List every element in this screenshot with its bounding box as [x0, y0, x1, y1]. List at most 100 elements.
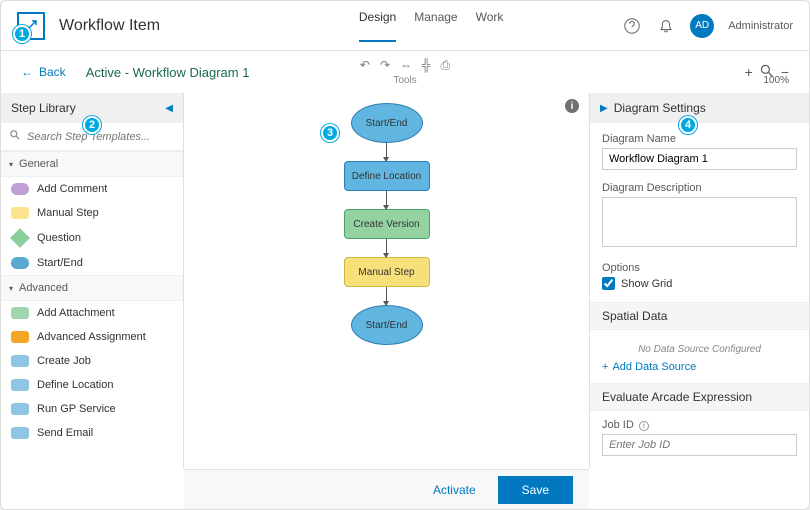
- group-advanced[interactable]: ▾ Advanced: [1, 275, 183, 301]
- undo-icon[interactable]: ↶: [360, 58, 370, 73]
- arrow-left-icon: ←: [21, 65, 33, 79]
- chevron-down-icon: ▾: [9, 284, 13, 293]
- rect-icon: [11, 379, 29, 391]
- rect-icon: [11, 307, 29, 319]
- diagram-settings-panel: ▶ Diagram Settings Diagram Name Diagram …: [589, 93, 809, 469]
- step-add-comment[interactable]: Add Comment: [1, 177, 183, 201]
- search-input[interactable]: [27, 131, 175, 143]
- step-label: Add Attachment: [37, 307, 115, 319]
- diagram-name-label: Diagram Name: [602, 133, 797, 145]
- step-label: Add Comment: [37, 183, 107, 195]
- step-library-panel: Step Library ◀ ▾ General Add Comment Man…: [1, 93, 184, 469]
- step-add-attachment[interactable]: Add Attachment: [1, 301, 183, 325]
- rect-icon: [11, 331, 29, 343]
- step-label: Start/End: [37, 257, 83, 269]
- user-name: Administrator: [728, 20, 793, 32]
- zoom-in-icon[interactable]: +: [745, 64, 753, 80]
- diagram-canvas[interactable]: i Start/End Define Location Create Versi…: [184, 93, 589, 469]
- spatial-data-header: Spatial Data: [590, 302, 809, 330]
- fit-icon[interactable]: ⇔: [400, 58, 412, 73]
- callout-4: 4: [679, 116, 697, 134]
- step-run-gp-service[interactable]: Run GP Service: [1, 397, 183, 421]
- tools-group: ↶ ↷ ⇔ ╬ ⎙ Tools: [360, 58, 450, 86]
- step-define-location[interactable]: Define Location: [1, 373, 183, 397]
- collapse-left-icon[interactable]: ◀: [165, 103, 173, 114]
- node-create-version[interactable]: Create Version: [344, 209, 430, 239]
- tab-design[interactable]: Design: [359, 10, 396, 42]
- arrow-icon: [386, 239, 387, 257]
- search-icon: [9, 129, 21, 144]
- user-avatar[interactable]: AD: [690, 14, 714, 38]
- step-list: ▾ General Add Comment Manual Step Questi…: [1, 151, 183, 469]
- rect-icon: [11, 207, 29, 219]
- ellipse-icon: [11, 183, 29, 195]
- step-label: Question: [37, 232, 81, 244]
- node-end[interactable]: Start/End: [351, 305, 423, 345]
- diagram-title: Active - Workflow Diagram 1: [86, 65, 250, 80]
- plus-icon: +: [602, 361, 608, 373]
- step-manual-step[interactable]: Manual Step: [1, 201, 183, 225]
- node-manual-step[interactable]: Manual Step: [344, 257, 430, 287]
- print-icon[interactable]: ⎙: [441, 58, 451, 73]
- notifications-icon[interactable]: [656, 16, 676, 36]
- secondary-toolbar: ← Back Active - Workflow Diagram 1 ↶ ↷ ⇔…: [1, 51, 809, 93]
- step-create-job[interactable]: Create Job: [1, 349, 183, 373]
- arrow-icon: [386, 287, 387, 305]
- diamond-icon: [10, 228, 30, 248]
- tab-manage[interactable]: Manage: [414, 10, 457, 42]
- rect-icon: [11, 403, 29, 415]
- show-grid-checkbox[interactable]: [602, 277, 615, 290]
- back-label: Back: [39, 65, 66, 79]
- layout-icon[interactable]: ╬: [422, 58, 431, 73]
- job-id-input[interactable]: [602, 434, 797, 456]
- header-right: AD Administrator: [622, 14, 793, 38]
- job-id-label: Job ID i: [602, 419, 797, 431]
- step-label: Advanced Assignment: [37, 331, 146, 343]
- step-advanced-assignment[interactable]: Advanced Assignment: [1, 325, 183, 349]
- collapse-right-icon[interactable]: ▶: [600, 103, 608, 114]
- info-small-icon[interactable]: i: [639, 421, 649, 431]
- step-question[interactable]: Question: [1, 225, 183, 251]
- node-define-location[interactable]: Define Location: [344, 161, 430, 191]
- chevron-down-icon: ▾: [9, 160, 13, 169]
- callout-2: 2: [83, 116, 101, 134]
- info-icon[interactable]: i: [565, 99, 579, 113]
- callout-1: 1: [13, 25, 31, 43]
- show-grid-label: Show Grid: [621, 278, 672, 290]
- step-label: Send Email: [37, 427, 93, 439]
- step-send-email[interactable]: Send Email: [1, 421, 183, 445]
- arrow-icon: [386, 143, 387, 161]
- arcade-header: Evaluate Arcade Expression: [590, 383, 809, 411]
- group-general-label: General: [19, 158, 58, 170]
- step-label: Define Location: [37, 379, 113, 391]
- show-grid-row[interactable]: Show Grid: [602, 277, 797, 290]
- tab-work[interactable]: Work: [476, 10, 504, 42]
- step-label: Manual Step: [37, 207, 99, 219]
- diagram-desc-input[interactable]: [602, 197, 797, 247]
- diagram-desc-label: Diagram Description: [602, 182, 797, 194]
- activate-button[interactable]: Activate: [421, 477, 488, 503]
- group-general[interactable]: ▾ General: [1, 151, 183, 177]
- step-start-end[interactable]: Start/End: [1, 251, 183, 275]
- redo-icon[interactable]: ↷: [380, 58, 390, 73]
- arrow-icon: [386, 191, 387, 209]
- help-icon[interactable]: [622, 16, 642, 36]
- step-label: Create Job: [37, 355, 91, 367]
- group-advanced-label: Advanced: [19, 282, 68, 294]
- job-id-text: Job ID: [602, 419, 634, 431]
- footer-bar: Activate Save: [184, 469, 589, 509]
- app-title: Workflow Item: [59, 17, 160, 35]
- app-header: Workflow Item Design Manage Work AD Admi…: [1, 1, 809, 51]
- no-data-source-text: No Data Source Configured: [602, 338, 797, 361]
- ellipse-icon: [11, 257, 29, 269]
- back-button[interactable]: ← Back: [21, 65, 66, 79]
- rect-icon: [11, 355, 29, 367]
- add-data-source-link[interactable]: + Add Data Source: [602, 361, 797, 373]
- node-start[interactable]: Start/End: [351, 103, 423, 143]
- diagram-flow: Start/End Define Location Create Version…: [344, 103, 430, 345]
- save-button[interactable]: Save: [498, 476, 573, 504]
- step-library-title: Step Library: [11, 101, 76, 115]
- step-label: Run GP Service: [37, 403, 116, 415]
- callout-3: 3: [321, 124, 339, 142]
- diagram-name-input[interactable]: [602, 148, 797, 170]
